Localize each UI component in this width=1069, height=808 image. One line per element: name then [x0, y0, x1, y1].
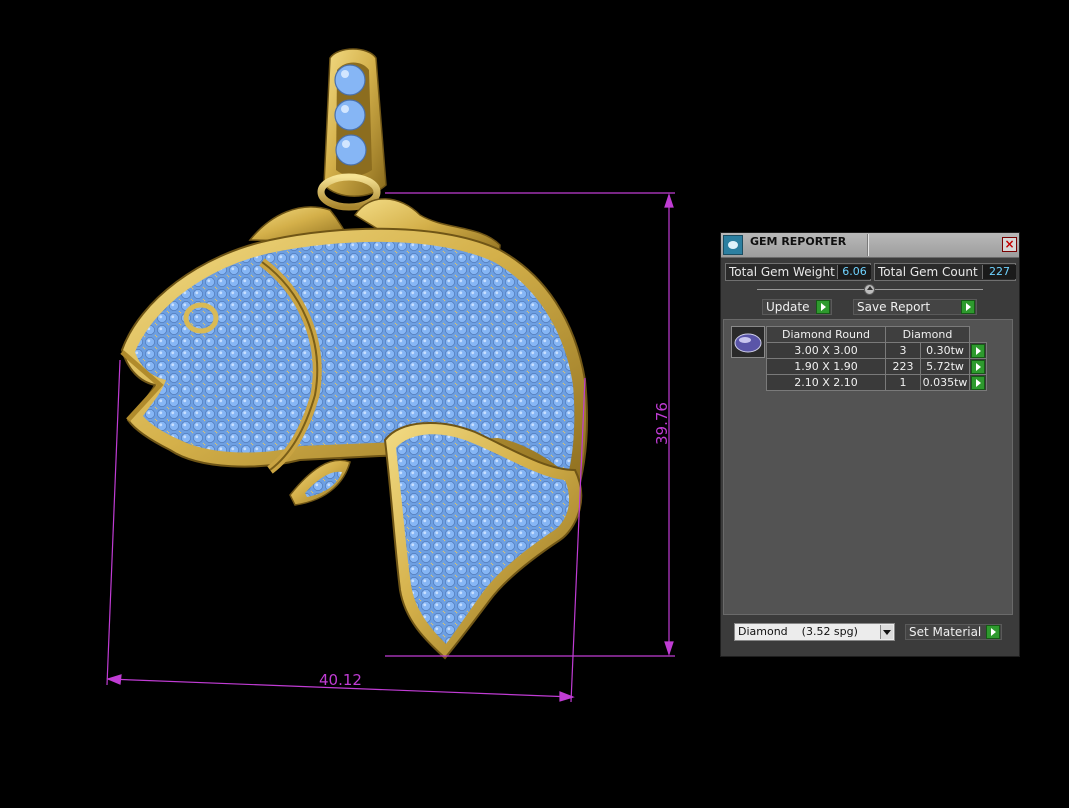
gem-size: 2.10 X 2.10 [766, 374, 886, 391]
update-button[interactable]: Update [762, 299, 832, 315]
save-report-button[interactable]: Save Report [853, 299, 977, 315]
diamond-thumbnail-icon[interactable] [731, 326, 765, 358]
gem-table: Diamond Round Diamond 3.00 X 3.00 3 0.30… [766, 326, 987, 391]
row-select-arrow-icon[interactable] [971, 375, 985, 390]
gem-count: 1 [885, 374, 921, 391]
save-report-button-label: Save Report [857, 300, 931, 314]
total-gem-count-value: 227 [982, 265, 1016, 279]
gem-count: 223 [885, 358, 921, 375]
table-row[interactable]: 1.90 X 1.90 223 5.72tw [766, 358, 987, 375]
header-diamond-round: Diamond Round [766, 326, 886, 343]
update-arrow-icon[interactable] [816, 300, 830, 314]
bail [317, 48, 387, 211]
table-row[interactable]: 3.00 X 3.00 3 0.30tw [766, 342, 987, 359]
set-material-button-label: Set Material [909, 625, 982, 639]
gem-list-area: Diamond Round Diamond 3.00 X 3.00 3 0.30… [723, 319, 1013, 615]
panel-titlebar[interactable]: GEM REPORTER × [721, 233, 1019, 258]
gem-count: 3 [885, 342, 921, 359]
row-action [969, 342, 987, 359]
gem-table-header-row: Diamond Round Diamond [766, 326, 987, 343]
gem-size: 3.00 X 3.00 [766, 342, 886, 359]
dimension-bottom-label: 40.12 [319, 671, 362, 689]
close-icon[interactable]: × [1002, 237, 1017, 252]
save-report-arrow-icon[interactable] [961, 300, 975, 314]
gem-size: 1.90 X 1.90 [766, 358, 886, 375]
header-diamond: Diamond [885, 326, 970, 343]
table-row[interactable]: 2.10 X 2.10 1 0.035tw [766, 374, 987, 391]
total-gem-count-field: Total Gem Count 227 [874, 263, 1016, 281]
title-divider [867, 234, 869, 256]
row-action [969, 358, 987, 375]
gem-reporter-panel: GEM REPORTER × Total Gem Weight 6.06 Tot… [720, 232, 1020, 657]
set-material-arrow-icon[interactable] [986, 625, 1000, 639]
total-gem-count-label: Total Gem Count [878, 265, 978, 279]
row-select-arrow-icon[interactable] [971, 343, 985, 358]
header-spacer [970, 327, 987, 343]
panel-splitter-handle[interactable] [864, 284, 875, 295]
material-select[interactable]: Diamond (3.52 spg) [734, 623, 895, 641]
total-gem-weight-label: Total Gem Weight [729, 265, 835, 279]
total-gem-weight-value: 6.06 [837, 265, 871, 279]
row-action [969, 374, 987, 391]
material-select-value: Diamond (3.52 spg) [738, 625, 858, 638]
panel-title: GEM REPORTER [750, 235, 847, 248]
total-gem-weight-field: Total Gem Weight 6.06 [725, 263, 871, 281]
set-material-button[interactable]: Set Material [905, 624, 1002, 640]
gem-weight: 5.72tw [920, 358, 970, 375]
row-select-arrow-icon[interactable] [971, 359, 985, 374]
gem-reporter-icon [723, 235, 743, 255]
chevron-down-icon[interactable] [880, 625, 893, 639]
gem-weight: 0.30tw [920, 342, 970, 359]
gem-weight: 0.035tw [920, 374, 970, 391]
update-button-label: Update [766, 300, 810, 314]
dimension-right-label: 39.76 [653, 402, 671, 445]
